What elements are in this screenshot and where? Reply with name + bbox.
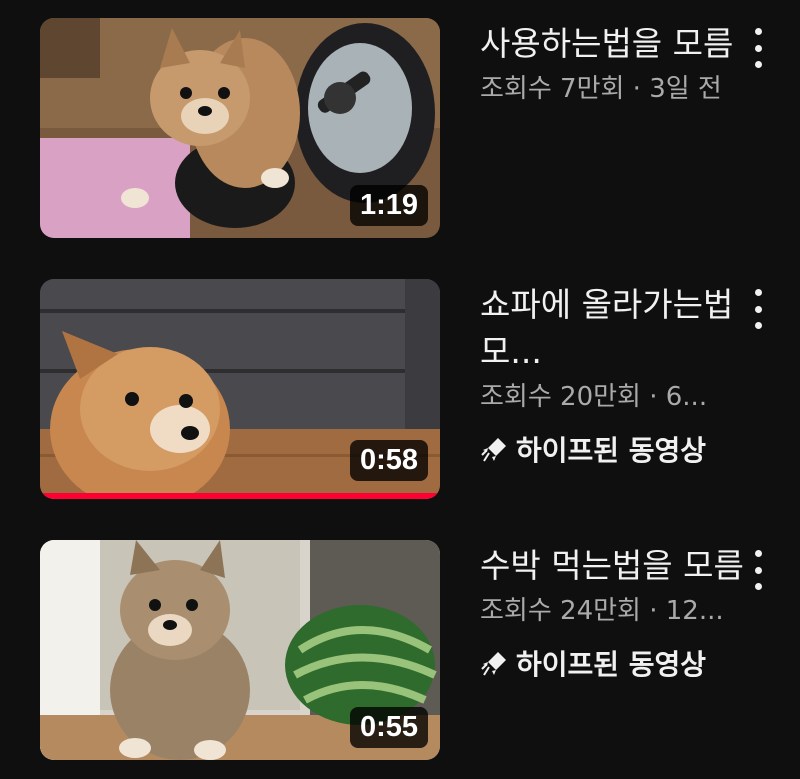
video-title[interactable]: 사용하는법을 모름 (480, 20, 750, 67)
video-thumbnail[interactable]: 0:55 (40, 540, 440, 760)
video-thumbnail[interactable]: 1:19 (40, 18, 440, 238)
video-info[interactable]: 쇼파에 올라가는법 모... 조회수 20만회 · 6... 하이프된 동영상 (480, 281, 750, 469)
video-meta: 조회수 20만회 · 6... (480, 382, 708, 412)
video-item[interactable]: 1:19 사용하는법을 모름 조회수 7만회 · 3일 전 (40, 18, 800, 238)
video-info[interactable]: 사용하는법을 모름 조회수 7만회 · 3일 전 (480, 20, 750, 107)
more-options-icon[interactable] (738, 26, 778, 70)
more-options-icon[interactable] (738, 548, 778, 592)
video-meta: 조회수 7만회 · 3일 전 (480, 74, 722, 104)
video-thumbnail[interactable]: 0:58 (40, 279, 440, 499)
hype-badge: 하이프된 동영상 (480, 643, 750, 683)
hype-rocket-icon (481, 652, 506, 676)
more-options-icon[interactable] (738, 287, 778, 331)
video-item[interactable]: 0:58 쇼파에 올라가는법 모... 조회수 20만회 · 6... 하이프된… (40, 279, 800, 499)
video-title[interactable]: 수박 먹는법을 모름 (480, 542, 750, 589)
video-duration: 1:19 (349, 185, 428, 226)
video-item[interactable]: 0:55 수박 먹는법을 모름 조회수 24만회 · 12... 하이프된 동영… (40, 540, 800, 760)
watched-progress-bar (40, 493, 440, 499)
hype-rocket-icon (481, 438, 506, 462)
video-info[interactable]: 수박 먹는법을 모름 조회수 24만회 · 12... 하이프된 동영상 (480, 542, 750, 683)
video-duration: 0:55 (349, 707, 428, 748)
hype-badge: 하이프된 동영상 (480, 429, 750, 469)
video-duration: 0:58 (349, 440, 428, 481)
badge-label: 하이프된 동영상 (516, 648, 707, 681)
badge-label: 하이프된 동영상 (516, 434, 707, 467)
video-meta: 조회수 24만회 · 12... (480, 596, 724, 626)
video-title[interactable]: 쇼파에 올라가는법 모... (480, 281, 750, 375)
